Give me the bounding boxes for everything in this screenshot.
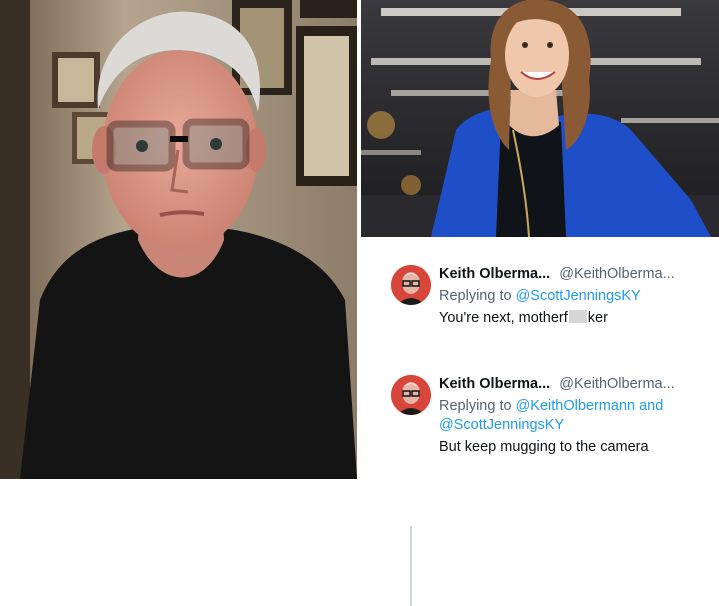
avatar[interactable] xyxy=(391,265,431,305)
avatar[interactable] xyxy=(391,375,431,415)
tweet-text-end: ker xyxy=(587,310,608,326)
author-name[interactable]: Keith Olberma... xyxy=(439,376,550,392)
mention-link[interactable]: @KeithOlbermann and xyxy=(516,398,664,414)
replying-to: Replying to @KeithOlbermann and @ScottJe… xyxy=(439,397,711,435)
author-handle[interactable]: @KeithOlberma... xyxy=(559,266,674,282)
mention-link[interactable]: @ScottJenningsKY xyxy=(516,288,641,304)
tweet-text: You're next, motherf ker xyxy=(439,309,711,328)
thread-connector-line xyxy=(410,526,412,606)
replying-to: Replying to @ScottJenningsKY xyxy=(439,287,711,306)
tweet-text-start: You're next, motherf xyxy=(439,310,568,326)
photo-left xyxy=(0,0,357,479)
photo-right xyxy=(361,0,719,237)
censor-bar xyxy=(568,310,587,323)
mention-link[interactable]: @ScottJenningsKY xyxy=(439,417,564,433)
replying-prefix: Replying to xyxy=(439,288,512,304)
author-name[interactable]: Keith Olberma... xyxy=(439,266,550,282)
replying-prefix: Replying to xyxy=(439,398,512,414)
tweet-thread: Keith Olberma... @KeithOlberma... Replyi… xyxy=(361,237,719,606)
author-handle[interactable]: @KeithOlberma... xyxy=(559,376,674,392)
tweet-text: But keep mugging to the camera xyxy=(439,439,649,455)
